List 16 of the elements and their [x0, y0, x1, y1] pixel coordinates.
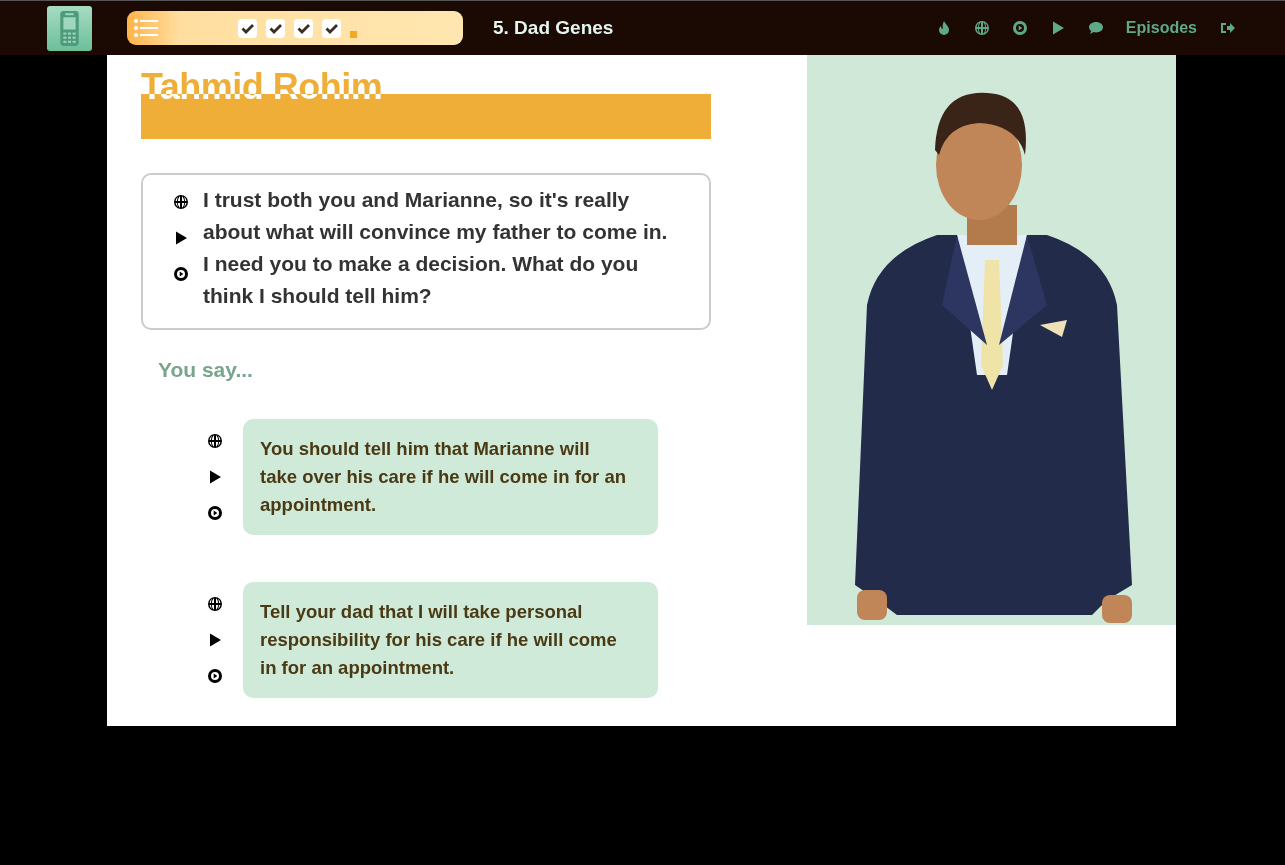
- response-option[interactable]: Tell your dad that I will take personal responsibility for his care if he will come in for an appointment.: [243, 582, 658, 698]
- prompt-label: You say...: [158, 358, 254, 382]
- speech-bubble-icon[interactable]: [1087, 20, 1104, 36]
- episodes-link[interactable]: Episodes: [1125, 19, 1197, 37]
- phone-icon[interactable]: [47, 5, 92, 51]
- globe-icon[interactable]: [207, 433, 223, 449]
- exit-icon[interactable]: [1219, 20, 1235, 36]
- play-icon[interactable]: [207, 632, 223, 648]
- episode-title: 5. Dad Genes: [493, 17, 614, 39]
- globe-icon[interactable]: [173, 194, 189, 210]
- response-option[interactable]: You should tell him that Marianne will take over his care if he will come in for an appointment.: [243, 419, 658, 535]
- play-icon[interactable]: [173, 230, 189, 246]
- globe-icon[interactable]: [207, 596, 223, 612]
- play-icon[interactable]: [207, 469, 223, 485]
- globe-icon[interactable]: [973, 20, 990, 36]
- dialogue-text: I trust both you and Marianne, so it's really about what will convince my father to come in. I need you to make a decision. What do you think I should tell him?: [203, 187, 669, 309]
